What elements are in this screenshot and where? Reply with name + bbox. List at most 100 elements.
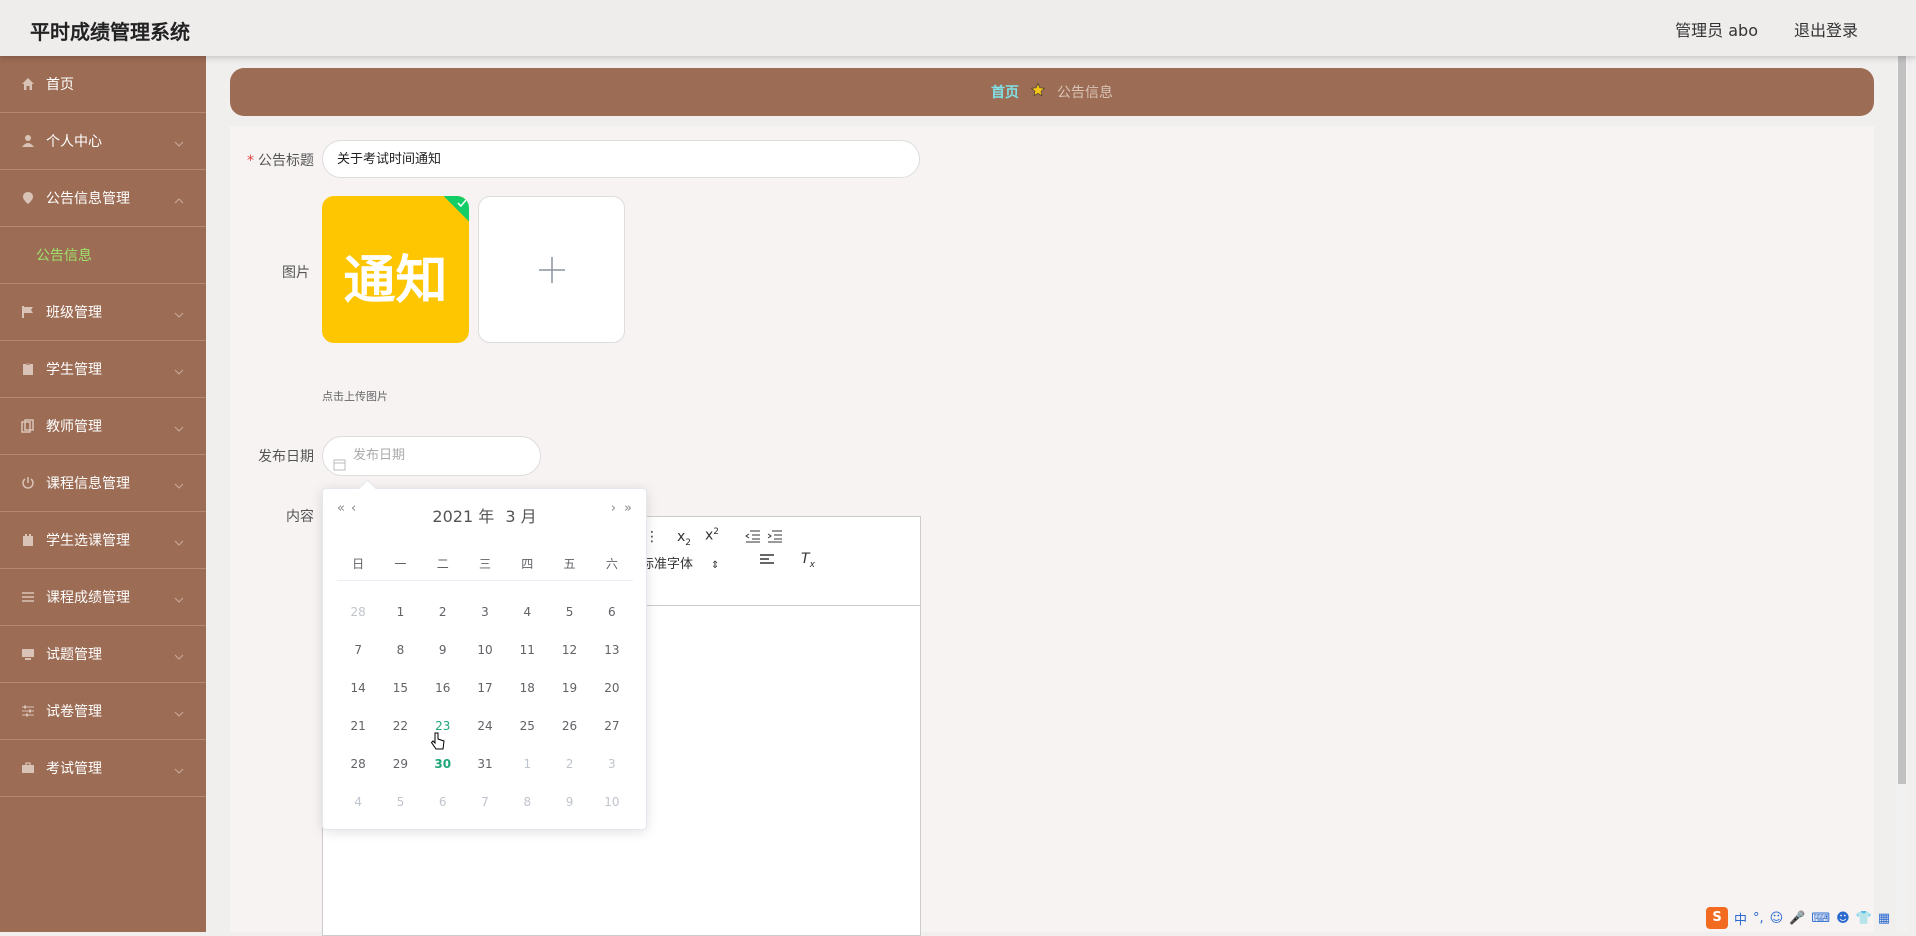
weekday: 五 xyxy=(563,557,576,571)
sidebar-item-notice-mgmt[interactable]: 公告信息管理 xyxy=(0,170,206,227)
calendar-icon xyxy=(20,532,36,548)
emoji-icon[interactable]: ☺ xyxy=(1770,911,1784,926)
day-cell[interactable]: 13 xyxy=(591,643,633,657)
chevron-down-icon xyxy=(174,534,184,550)
next-year-button[interactable]: » xyxy=(624,501,632,516)
subscript-icon[interactable]: x2 xyxy=(677,529,691,548)
day-cell[interactable]: 18 xyxy=(506,681,548,695)
weekday: 一 xyxy=(394,557,407,571)
font-select[interactable]: 标准字体 ⇕ xyxy=(641,553,719,572)
sidebar-item-student[interactable]: 学生管理 xyxy=(0,341,206,398)
menu-icon[interactable]: ▦ xyxy=(1878,911,1890,926)
day-cell[interactable]: 9 xyxy=(548,795,590,809)
next-month-button[interactable]: › xyxy=(611,501,616,516)
breadcrumb-home[interactable]: 首页 xyxy=(991,82,1019,102)
day-cell[interactable]: 28 xyxy=(337,757,379,771)
day-cell[interactable]: 6 xyxy=(422,795,464,809)
title-input[interactable]: 关于考试时间通知 xyxy=(322,140,920,178)
sidebar-item-exam[interactable]: 考试管理 xyxy=(0,740,206,797)
day-cell[interactable]: 12 xyxy=(548,643,590,657)
sidebar-item-course-info[interactable]: 课程信息管理 xyxy=(0,455,206,512)
sidebar-item-home[interactable]: 首页 xyxy=(0,56,206,113)
sidebar-item-course-select[interactable]: 学生选课管理 xyxy=(0,512,206,569)
picker-month[interactable]: 3 月 xyxy=(505,507,536,526)
day-cell[interactable]: 5 xyxy=(379,795,421,809)
ime-mode[interactable]: 中 xyxy=(1734,909,1747,928)
uploaded-image[interactable]: 通知 xyxy=(322,196,469,343)
skin-icon[interactable]: 👕 xyxy=(1856,911,1872,926)
day-cell[interactable]: 26 xyxy=(548,719,590,733)
mic-icon[interactable]: 🎤 xyxy=(1789,911,1805,926)
align-icon[interactable] xyxy=(759,553,775,571)
day-cell[interactable]: 3 xyxy=(591,757,633,771)
day-cell[interactable]: 10 xyxy=(464,643,506,657)
chevron-down-icon xyxy=(174,648,184,664)
day-cell[interactable]: 5 xyxy=(548,605,590,619)
punctuation-icon[interactable]: °, xyxy=(1753,911,1764,926)
day-cell[interactable]: 6 xyxy=(591,605,633,619)
weekday-header: 日 一 二 三 四 五 六 xyxy=(337,555,633,581)
day-cell[interactable]: 25 xyxy=(506,719,548,733)
week-row: 7 8 9 10 11 12 13 xyxy=(337,631,633,669)
title-label: * 公告标题 xyxy=(247,153,314,169)
location-icon xyxy=(20,190,36,206)
sidebar-item-class[interactable]: 班级管理 xyxy=(0,284,206,341)
indent-icon[interactable] xyxy=(767,529,783,547)
day-cell[interactable]: 9 xyxy=(422,643,464,657)
image-upload-button[interactable] xyxy=(478,196,625,343)
day-cell[interactable]: 22 xyxy=(379,719,421,733)
logout-link[interactable]: 退出登录 xyxy=(1794,17,1858,41)
day-cell[interactable]: 24 xyxy=(464,719,506,733)
user-icon[interactable]: ☻ xyxy=(1836,911,1850,926)
sidebar-item-teacher[interactable]: 教师管理 xyxy=(0,398,206,455)
day-cell[interactable]: 21 xyxy=(337,719,379,733)
day-cell[interactable]: 20 xyxy=(591,681,633,695)
picker-header: 2021 年 3 月 xyxy=(323,503,646,526)
sidebar-item-question[interactable]: 试题管理 xyxy=(0,626,206,683)
day-cell[interactable]: 1 xyxy=(506,757,548,771)
vertical-scrollbar[interactable] xyxy=(1896,56,1908,932)
day-cell[interactable]: 8 xyxy=(506,795,548,809)
chevron-down-icon xyxy=(174,762,184,778)
day-cell[interactable]: 11 xyxy=(506,643,548,657)
clear-format-icon[interactable]: Tx xyxy=(801,551,815,570)
sidebar-subitem-notice[interactable]: 公告信息 xyxy=(0,227,206,284)
day-cell[interactable]: 3 xyxy=(464,605,506,619)
day-cell[interactable]: 7 xyxy=(464,795,506,809)
day-cell-today[interactable]: 23 xyxy=(422,719,464,733)
day-cell[interactable]: 31 xyxy=(464,757,506,771)
day-cell[interactable]: 14 xyxy=(337,681,379,695)
day-cell[interactable]: 8 xyxy=(379,643,421,657)
day-cell[interactable]: 17 xyxy=(464,681,506,695)
scrollbar-thumb[interactable] xyxy=(1898,56,1906,784)
keyboard-icon[interactable]: ⌨ xyxy=(1811,911,1830,926)
sidebar-item-profile[interactable]: 个人中心 xyxy=(0,113,206,170)
outdent-icon[interactable] xyxy=(745,529,761,547)
day-cell[interactable]: 28 xyxy=(337,605,379,619)
day-cell[interactable]: 4 xyxy=(337,795,379,809)
sidebar-item-course-score[interactable]: 课程成绩管理 xyxy=(0,569,206,626)
day-cell[interactable]: 29 xyxy=(379,757,421,771)
superscript-icon[interactable]: x2 xyxy=(705,527,719,544)
day-cell[interactable]: 15 xyxy=(379,681,421,695)
day-cell[interactable]: 16 xyxy=(422,681,464,695)
day-cell-hovered[interactable]: 30 xyxy=(422,757,464,771)
sidebar-item-paper[interactable]: 试卷管理 xyxy=(0,683,206,740)
day-cell[interactable]: 1 xyxy=(379,605,421,619)
day-cell[interactable]: 2 xyxy=(548,757,590,771)
sogou-logo-icon[interactable]: S xyxy=(1706,907,1728,929)
required-mark: * xyxy=(247,153,254,169)
picker-year[interactable]: 2021 年 xyxy=(432,507,494,526)
chevron-down-icon xyxy=(174,705,184,721)
week-row: 21 22 23 24 25 26 27 xyxy=(337,707,633,745)
breadcrumb: 首页 公告信息 xyxy=(230,68,1874,116)
user-icon xyxy=(20,133,36,149)
date-input[interactable]: 发布日期 xyxy=(322,436,541,476)
day-cell[interactable]: 2 xyxy=(422,605,464,619)
day-cell[interactable]: 10 xyxy=(591,795,633,809)
day-cell[interactable]: 4 xyxy=(506,605,548,619)
day-cell[interactable]: 27 xyxy=(591,719,633,733)
day-cell[interactable]: 7 xyxy=(337,643,379,657)
list-icon[interactable]: ⋮ xyxy=(645,529,659,545)
day-cell[interactable]: 19 xyxy=(548,681,590,695)
